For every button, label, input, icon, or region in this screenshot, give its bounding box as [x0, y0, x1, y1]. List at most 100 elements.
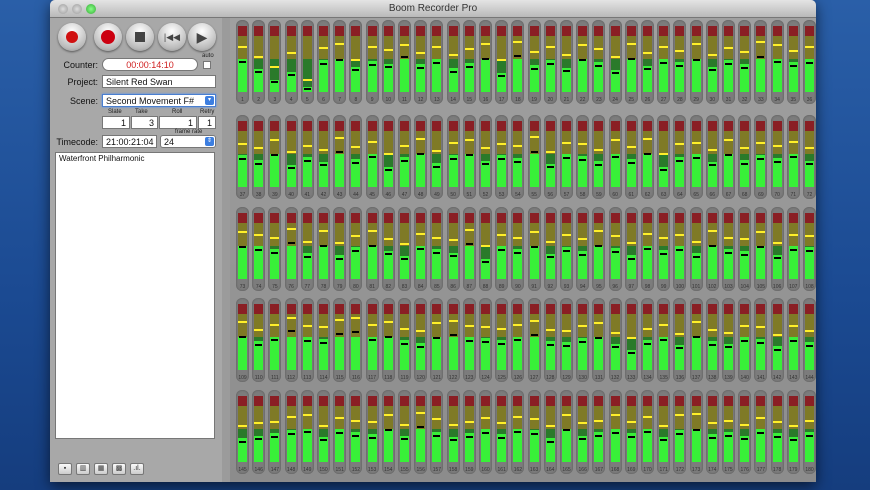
meter-red-zone	[319, 213, 328, 223]
meter-red-zone	[626, 121, 636, 131]
meter-yellow-zone	[464, 130, 474, 154]
meter-level-fill	[416, 154, 426, 187]
layout-1-button[interactable]: ▪	[58, 463, 72, 475]
meter-hold-marker	[644, 247, 651, 250]
stop-button[interactable]	[126, 23, 154, 51]
channel-number: 29	[693, 97, 699, 103]
meter-peak-marker	[707, 53, 717, 56]
meter-peak-marker	[594, 48, 604, 51]
minimize-button[interactable]	[72, 4, 82, 14]
channel-number: 60	[612, 192, 618, 198]
meter-peak-marker	[707, 329, 717, 332]
channel-meter: 129	[560, 298, 573, 382]
auto-checkbox[interactable]	[203, 61, 211, 69]
meter-red-zone	[367, 304, 377, 314]
channel-meter: 75	[268, 207, 282, 291]
meter-red-zone	[335, 304, 345, 314]
roll-field[interactable]: 1	[159, 116, 197, 129]
channel-meter: 54	[511, 115, 525, 199]
meter-hold-marker	[368, 64, 376, 67]
meter-hold-marker	[806, 62, 813, 65]
channel-meter: 40	[284, 115, 298, 199]
meter-bar	[335, 396, 345, 462]
layout-1-icon: ▪	[63, 465, 67, 472]
channel-meter: 130	[576, 298, 590, 382]
grid-button[interactable]: ▩	[112, 463, 126, 475]
meter-bar	[772, 121, 782, 187]
meter-peak-marker	[335, 417, 345, 420]
take-field[interactable]: 3	[131, 116, 158, 129]
channel-meter: 4	[284, 20, 298, 104]
channel-meter: 90	[511, 207, 525, 291]
channel-meter: 109	[236, 298, 249, 382]
notes-text: Waterfront Philharmonic	[59, 154, 145, 163]
meter-yellow-zone	[659, 222, 669, 246]
meter-yellow-zone	[740, 130, 750, 154]
meter-red-zone	[659, 26, 669, 36]
meter-peak-marker	[675, 143, 685, 146]
meter-hold-marker	[239, 61, 246, 64]
meter-peak-marker	[383, 414, 393, 417]
record-arm-button[interactable]	[58, 23, 86, 51]
meter-hold-marker	[368, 339, 376, 342]
meter-hold-marker	[433, 337, 441, 340]
zoom-button[interactable]	[86, 4, 96, 14]
timecode-field[interactable]: 21:00:21:04	[102, 135, 157, 148]
meter-red-zone	[529, 304, 539, 314]
channel-meter: 121	[430, 298, 444, 382]
channel-number: 175	[724, 467, 733, 473]
meter-red-zone	[805, 396, 814, 406]
channel-meter: 76	[284, 207, 298, 291]
meter-peak-marker	[254, 422, 264, 425]
channel-number: 36	[806, 97, 813, 103]
slate-field[interactable]: 1	[102, 116, 130, 129]
meter-red-zone	[319, 304, 328, 314]
meter-red-zone	[302, 396, 312, 406]
meter-peak-marker	[400, 327, 409, 330]
layout-3-button[interactable]: ▦	[94, 463, 108, 475]
meter-hold-marker	[352, 434, 360, 437]
meter-bar	[724, 304, 733, 370]
project-field[interactable]: Silent Red Swan	[102, 75, 216, 88]
layout-2-button[interactable]: ▥	[76, 463, 90, 475]
meter-hold-marker	[465, 435, 473, 438]
meter-peak-marker	[594, 322, 604, 325]
rewind-button[interactable]: |◀◀	[158, 23, 186, 51]
retry-field[interactable]: 1	[198, 116, 216, 129]
meter-hold-marker	[676, 433, 684, 436]
notes-area[interactable]: Waterfront Philharmonic	[55, 152, 215, 439]
meter-red-zone	[529, 26, 539, 36]
play-button[interactable]: ▶	[188, 23, 216, 51]
channel-number: 147	[270, 467, 280, 473]
meter-hold-marker	[644, 152, 651, 155]
meter-bar	[691, 304, 701, 370]
meter-peak-marker	[481, 417, 490, 420]
meter-yellow-zone	[351, 405, 361, 429]
meter-bar	[497, 396, 507, 462]
meter-red-zone	[545, 26, 555, 36]
meter-bar	[610, 213, 620, 279]
close-button[interactable]	[58, 4, 68, 14]
channel-meter: 140	[738, 298, 752, 382]
meter-hold-marker	[611, 251, 619, 254]
channel-meter: 151	[333, 390, 347, 474]
meter-peak-marker	[383, 321, 393, 324]
waveform-button[interactable]: .ıl.	[130, 463, 144, 475]
meter-hold-marker	[563, 429, 570, 432]
meter-bar	[772, 396, 782, 462]
scene-select[interactable]: Second Movement F# ▾	[102, 94, 216, 107]
meter-bar	[351, 121, 361, 187]
meter-hold-marker	[741, 438, 749, 441]
meter-red-zone	[238, 396, 247, 406]
meter-hold-marker	[433, 251, 441, 254]
channel-meter: 157	[430, 390, 444, 474]
meter-peak-marker	[254, 55, 264, 58]
channel-number: 70	[774, 192, 780, 198]
meter-hold-marker	[336, 432, 344, 435]
meter-level-fill	[513, 429, 523, 462]
record-button[interactable]	[94, 23, 122, 51]
grid-icon: ▩	[115, 465, 123, 472]
meter-hold-marker	[789, 249, 797, 252]
frame-rate-select[interactable]: 24 ⇕	[160, 135, 216, 148]
meter-peak-marker	[724, 236, 733, 239]
